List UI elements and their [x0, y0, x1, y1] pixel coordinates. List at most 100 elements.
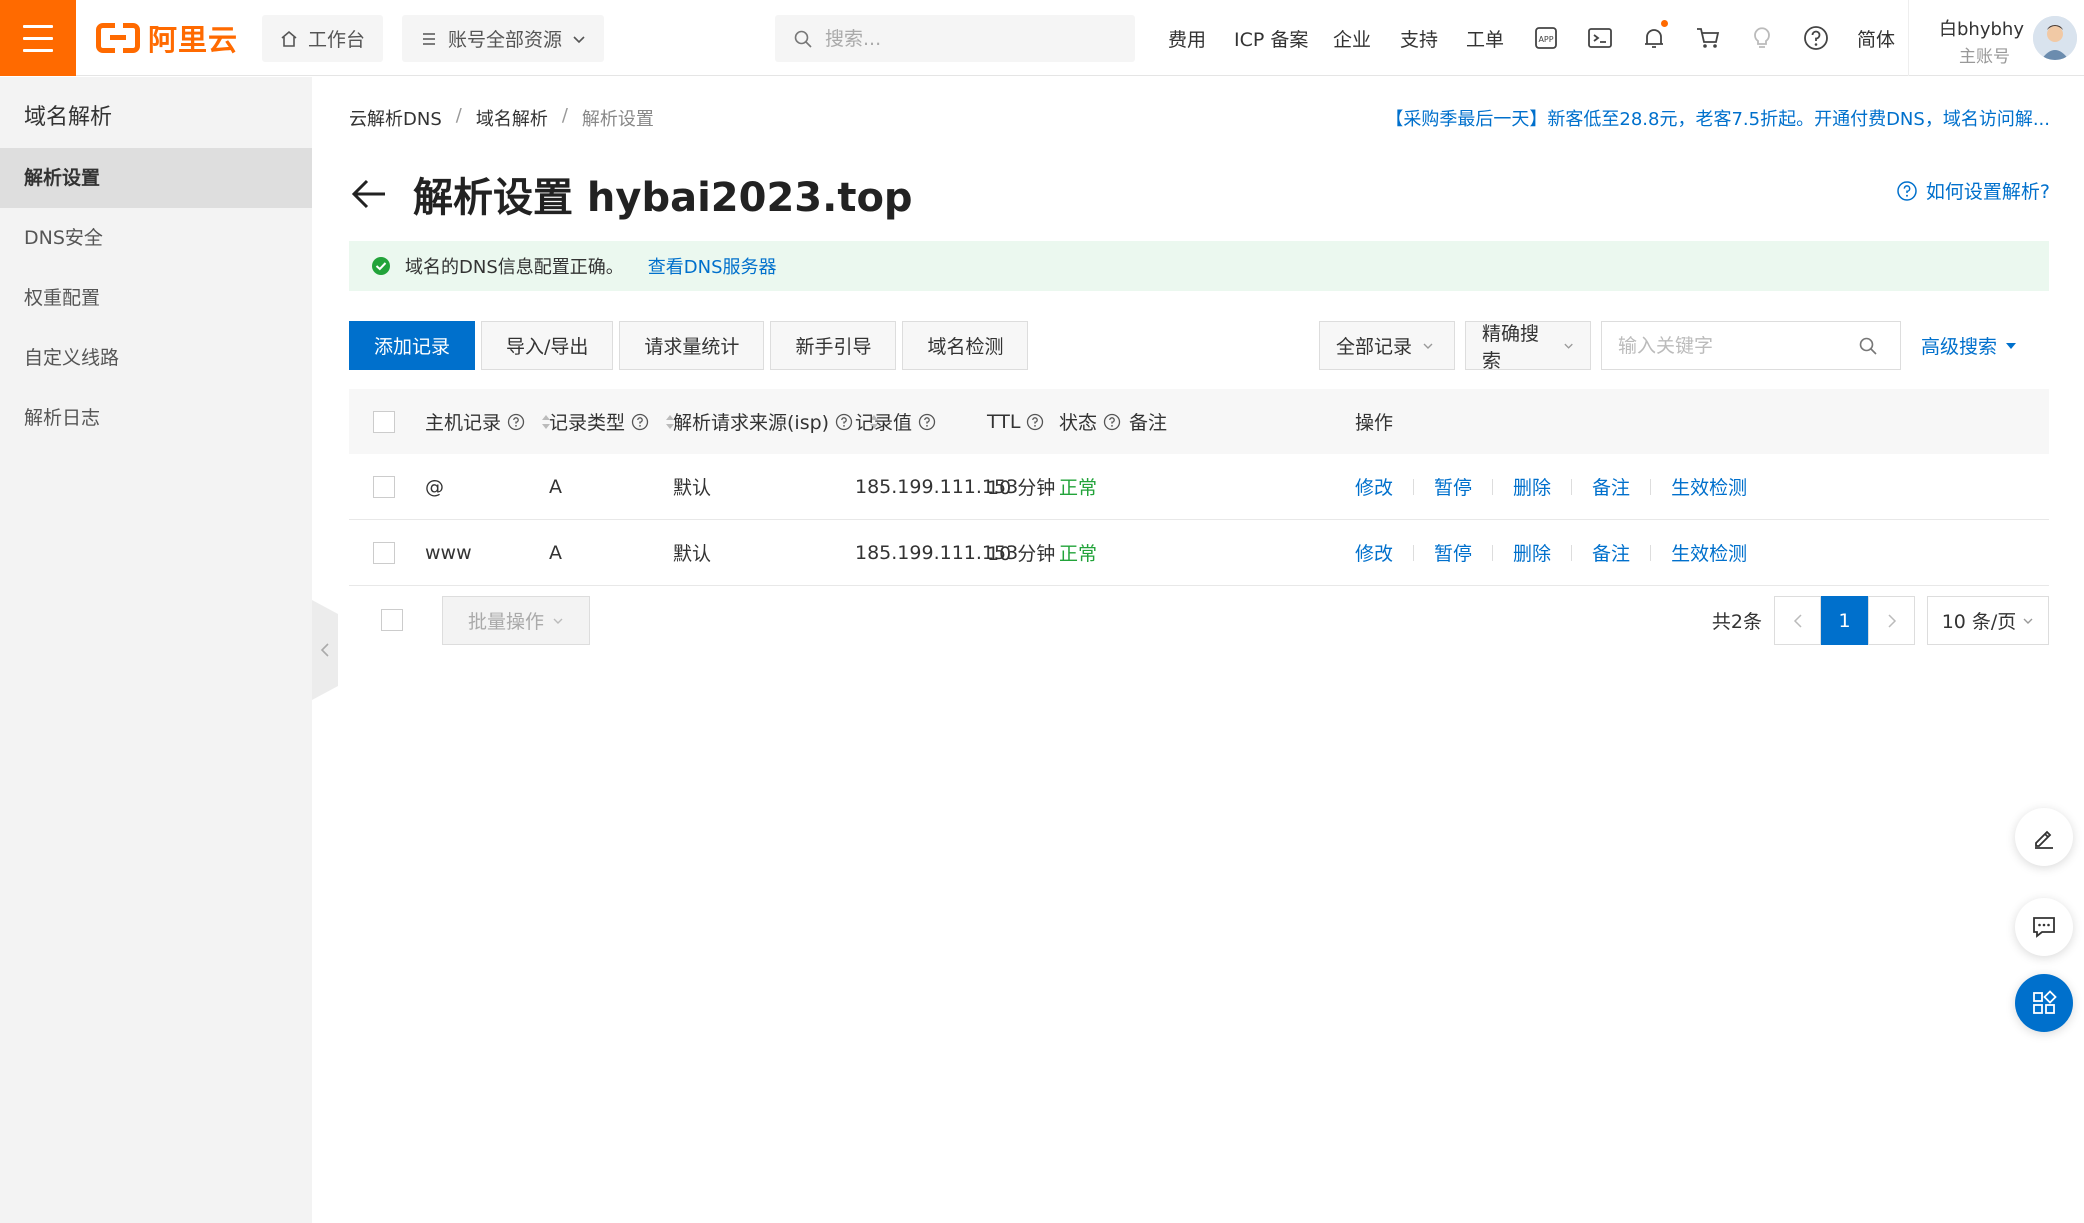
quick-apps-button[interactable]	[2015, 974, 2073, 1032]
divider	[1413, 544, 1415, 561]
import-export-button[interactable]: 导入/导出	[481, 321, 614, 370]
col-type[interactable]: 记录类型	[549, 389, 677, 454]
total-count: 共2条	[1711, 611, 1762, 633]
question-circle-icon[interactable]	[1026, 413, 1044, 431]
edit-link[interactable]: 修改	[1355, 473, 1393, 500]
top-nav-ticket[interactable]: 工单	[1466, 0, 1504, 76]
table-footer: 批量操作 共2条 1 10 条/页	[349, 596, 2049, 646]
view-dns-servers-link[interactable]: 查看DNS服务器	[648, 253, 777, 279]
back-arrow-icon[interactable]	[349, 174, 389, 214]
effect-check-link[interactable]: 生效检测	[1671, 539, 1747, 566]
sidebar-item-dns-settings[interactable]: 解析设置	[0, 148, 312, 208]
question-circle-icon[interactable]	[835, 413, 853, 431]
footer-select-all-checkbox[interactable]	[381, 609, 403, 631]
sidebar-item-dns-logs[interactable]: 解析日志	[0, 388, 312, 448]
aliyun-logo[interactable]: 阿里云	[96, 20, 238, 57]
avatar-person-icon	[2033, 16, 2077, 60]
request-stats-button[interactable]: 请求量统计	[619, 321, 765, 370]
chevron-down-icon	[2023, 618, 2033, 624]
chevron-down-icon	[573, 35, 585, 43]
search-icon	[794, 30, 812, 48]
delete-link[interactable]: 删除	[1513, 473, 1551, 500]
question-circle-icon[interactable]	[1103, 413, 1121, 431]
cell-host: @	[425, 475, 444, 498]
prev-page-button[interactable]	[1774, 596, 1821, 645]
advanced-search-toggle[interactable]: 高级搜索	[1921, 332, 2017, 359]
beginner-guide-button[interactable]: 新手引导	[770, 321, 897, 370]
global-search-input[interactable]	[825, 27, 1105, 50]
effect-check-link[interactable]: 生效检测	[1671, 473, 1747, 500]
col-host-label: 主机记录	[425, 412, 502, 434]
col-host[interactable]: 主机记录	[425, 389, 553, 454]
row-checkbox[interactable]	[373, 541, 395, 564]
dns-status-alert: 域名的DNS信息配置正确。 查看DNS服务器	[349, 241, 2049, 291]
account-resources-label: 账号全部资源	[448, 29, 563, 51]
chat-button[interactable]	[2015, 898, 2073, 956]
sidebar-item-dns-security[interactable]: DNS安全	[0, 208, 312, 268]
select-all-checkbox[interactable]	[373, 410, 395, 433]
page-size-select[interactable]: 10 条/页	[1927, 596, 2049, 645]
hamburger-menu-icon[interactable]	[0, 0, 76, 76]
help-icon[interactable]	[1802, 24, 1830, 52]
feedback-edit-button[interactable]	[2015, 808, 2073, 866]
top-nav-fee[interactable]: 费用	[1168, 0, 1206, 76]
breadcrumb-domain-resolution[interactable]: 域名解析	[476, 105, 548, 131]
batch-actions-button[interactable]: 批量操作	[442, 596, 590, 645]
avatar[interactable]	[2033, 16, 2077, 60]
delete-link[interactable]: 删除	[1513, 539, 1551, 566]
how-to-configure-label: 如何设置解析?	[1925, 181, 2050, 203]
breadcrumb: 云解析DNS / 域名解析 / 解析设置	[349, 105, 654, 131]
cell-host: www	[425, 541, 472, 564]
sidebar-item-weight-config[interactable]: 权重配置	[0, 268, 312, 328]
question-circle-icon[interactable]	[507, 413, 525, 431]
search-mode-select[interactable]: 精确搜索	[1465, 321, 1591, 372]
lightbulb-icon[interactable]	[1748, 24, 1776, 52]
question-circle-icon[interactable]	[918, 413, 936, 431]
domain-check-button[interactable]: 域名检测	[902, 321, 1029, 370]
col-remark: 备注	[1129, 389, 1167, 454]
top-nav-icp[interactable]: ICP 备案	[1234, 0, 1308, 76]
notification-bell[interactable]	[1640, 20, 1668, 52]
edit-link[interactable]: 修改	[1355, 539, 1393, 566]
sidebar-item-custom-lines[interactable]: 自定义线路	[0, 328, 312, 388]
language-label[interactable]: 简体	[1857, 25, 1895, 52]
how-to-configure-link[interactable]: 如何设置解析?	[1896, 177, 2050, 204]
breadcrumb-cloud-dns[interactable]: 云解析DNS	[349, 105, 442, 131]
add-record-button[interactable]: 添加记录	[349, 321, 476, 370]
workbench-button[interactable]: 工作台	[262, 15, 384, 62]
col-isp[interactable]: 解析请求来源(isp)	[673, 389, 881, 454]
account-resources-dropdown[interactable]: 账号全部资源	[402, 15, 605, 62]
next-page-button[interactable]	[1868, 596, 1915, 645]
user-menu[interactable]: 白bhybhy 主账号	[1908, 0, 2084, 76]
pause-link[interactable]: 暂停	[1434, 473, 1472, 500]
search-icon[interactable]	[1858, 336, 1878, 356]
cart-icon[interactable]	[1694, 24, 1722, 52]
row-checkbox[interactable]	[373, 475, 395, 498]
nav-enterprise[interactable]: 企业	[1333, 25, 1371, 52]
keyword-input[interactable]	[1618, 334, 1858, 357]
remark-link[interactable]: 备注	[1592, 473, 1630, 500]
record-scope-select[interactable]: 全部记录	[1319, 321, 1455, 370]
sidebar: 域名解析 解析设置 DNS安全 权重配置 自定义线路 解析日志	[0, 77, 312, 1223]
app-icon[interactable]: APP	[1532, 24, 1560, 52]
top-nav-enterprise[interactable]: 企业	[1333, 0, 1371, 76]
search-mode-value: 精确搜索	[1482, 322, 1540, 372]
breadcrumb-separator: /	[455, 105, 462, 126]
breadcrumb-separator: /	[561, 105, 568, 126]
keyword-search	[1601, 321, 1901, 370]
page-size-value: 10 条/页	[1941, 611, 2017, 633]
terminal-icon[interactable]	[1586, 24, 1614, 52]
chevron-down-icon	[1423, 343, 1433, 349]
nav-support[interactable]: 支持	[1400, 25, 1438, 52]
remark-link[interactable]: 备注	[1592, 539, 1630, 566]
nav-ticket[interactable]: 工单	[1466, 25, 1504, 52]
top-nav-support[interactable]: 支持	[1400, 0, 1438, 76]
divider	[1492, 478, 1494, 495]
question-circle-icon[interactable]	[631, 413, 649, 431]
language-switch[interactable]: 简体	[1857, 0, 1895, 76]
nav-icp[interactable]: ICP 备案	[1234, 25, 1308, 52]
nav-fee[interactable]: 费用	[1168, 25, 1206, 52]
page-number-current[interactable]: 1	[1821, 596, 1868, 645]
promo-banner-link[interactable]: 【采购季最后一天】新客低至28.8元，老客7.5折起。开通付费DNS，域名访问解…	[1385, 105, 2050, 131]
pause-link[interactable]: 暂停	[1434, 539, 1472, 566]
